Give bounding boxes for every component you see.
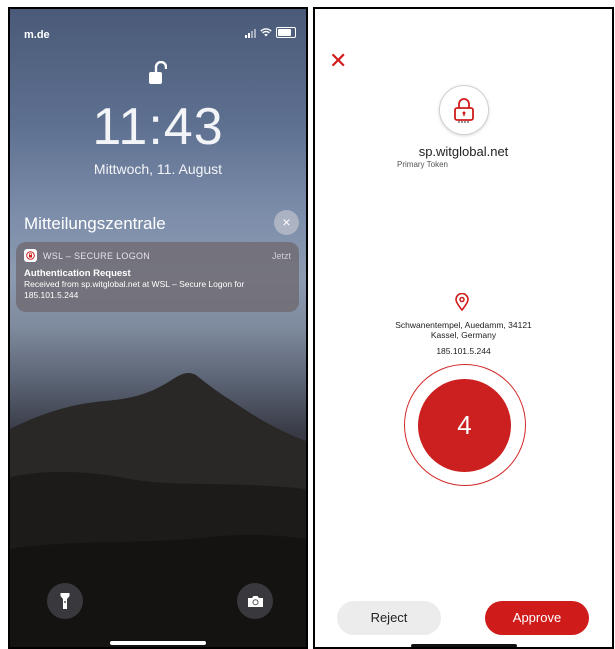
unlock-icon bbox=[149, 61, 167, 84]
token-lock-badge bbox=[439, 85, 489, 135]
camera-button[interactable] bbox=[237, 583, 273, 619]
wifi-icon bbox=[260, 28, 272, 37]
app-icon bbox=[24, 249, 37, 262]
auth-request-screen: ✕ sp.witglobal.net Primary Token Schwane… bbox=[313, 7, 614, 649]
verification-code: 4 bbox=[418, 379, 511, 472]
approve-button[interactable]: Approve bbox=[485, 601, 589, 635]
notification-header: WSL – SECURE LOGON Jetzt bbox=[24, 249, 291, 262]
close-icon[interactable]: ✕ bbox=[329, 50, 347, 72]
home-indicator[interactable] bbox=[411, 644, 517, 647]
token-name: Primary Token bbox=[397, 160, 448, 169]
location-pin-icon bbox=[455, 293, 469, 311]
request-domain: sp.witglobal.net bbox=[418, 144, 509, 159]
notification-center-title: Mitteilungszentrale bbox=[24, 214, 166, 233]
notification-body: Received from sp.witglobal.net at WSL – … bbox=[24, 279, 245, 300]
home-indicator[interactable] bbox=[110, 641, 206, 645]
signal-icon bbox=[245, 28, 256, 38]
close-icon[interactable]: × bbox=[274, 210, 299, 235]
flashlight-button[interactable] bbox=[47, 583, 83, 619]
lock-screen: m.de 11:43 Mittwoch, 11. August Mitteilu… bbox=[8, 7, 308, 649]
request-location: Schwanentempel, Auedamm, 34121 Kassel, G… bbox=[315, 320, 612, 340]
notification-card[interactable]: WSL – SECURE LOGON Jetzt Authentication … bbox=[16, 242, 299, 312]
battery-icon bbox=[276, 27, 296, 38]
status-icons bbox=[245, 27, 296, 38]
reject-button[interactable]: Reject bbox=[337, 601, 441, 635]
address-line-1: Schwanentempel, Auedamm, 34121 bbox=[395, 320, 532, 330]
camera-icon bbox=[247, 595, 263, 607]
lock-clock: 11:43 bbox=[92, 98, 224, 156]
lock-date: Mittwoch, 11. August bbox=[93, 161, 223, 177]
notification-title: Authentication Request bbox=[24, 268, 131, 279]
notification-app-name: WSL – SECURE LOGON bbox=[43, 250, 151, 261]
flashlight-icon bbox=[60, 593, 70, 609]
notification-time: Jetzt bbox=[271, 250, 291, 261]
request-ip: 185.101.5.244 bbox=[436, 346, 491, 356]
address-line-2: Kassel, Germany bbox=[430, 330, 497, 340]
lock-icon bbox=[454, 98, 474, 123]
carrier-name: m.de bbox=[24, 29, 50, 41]
